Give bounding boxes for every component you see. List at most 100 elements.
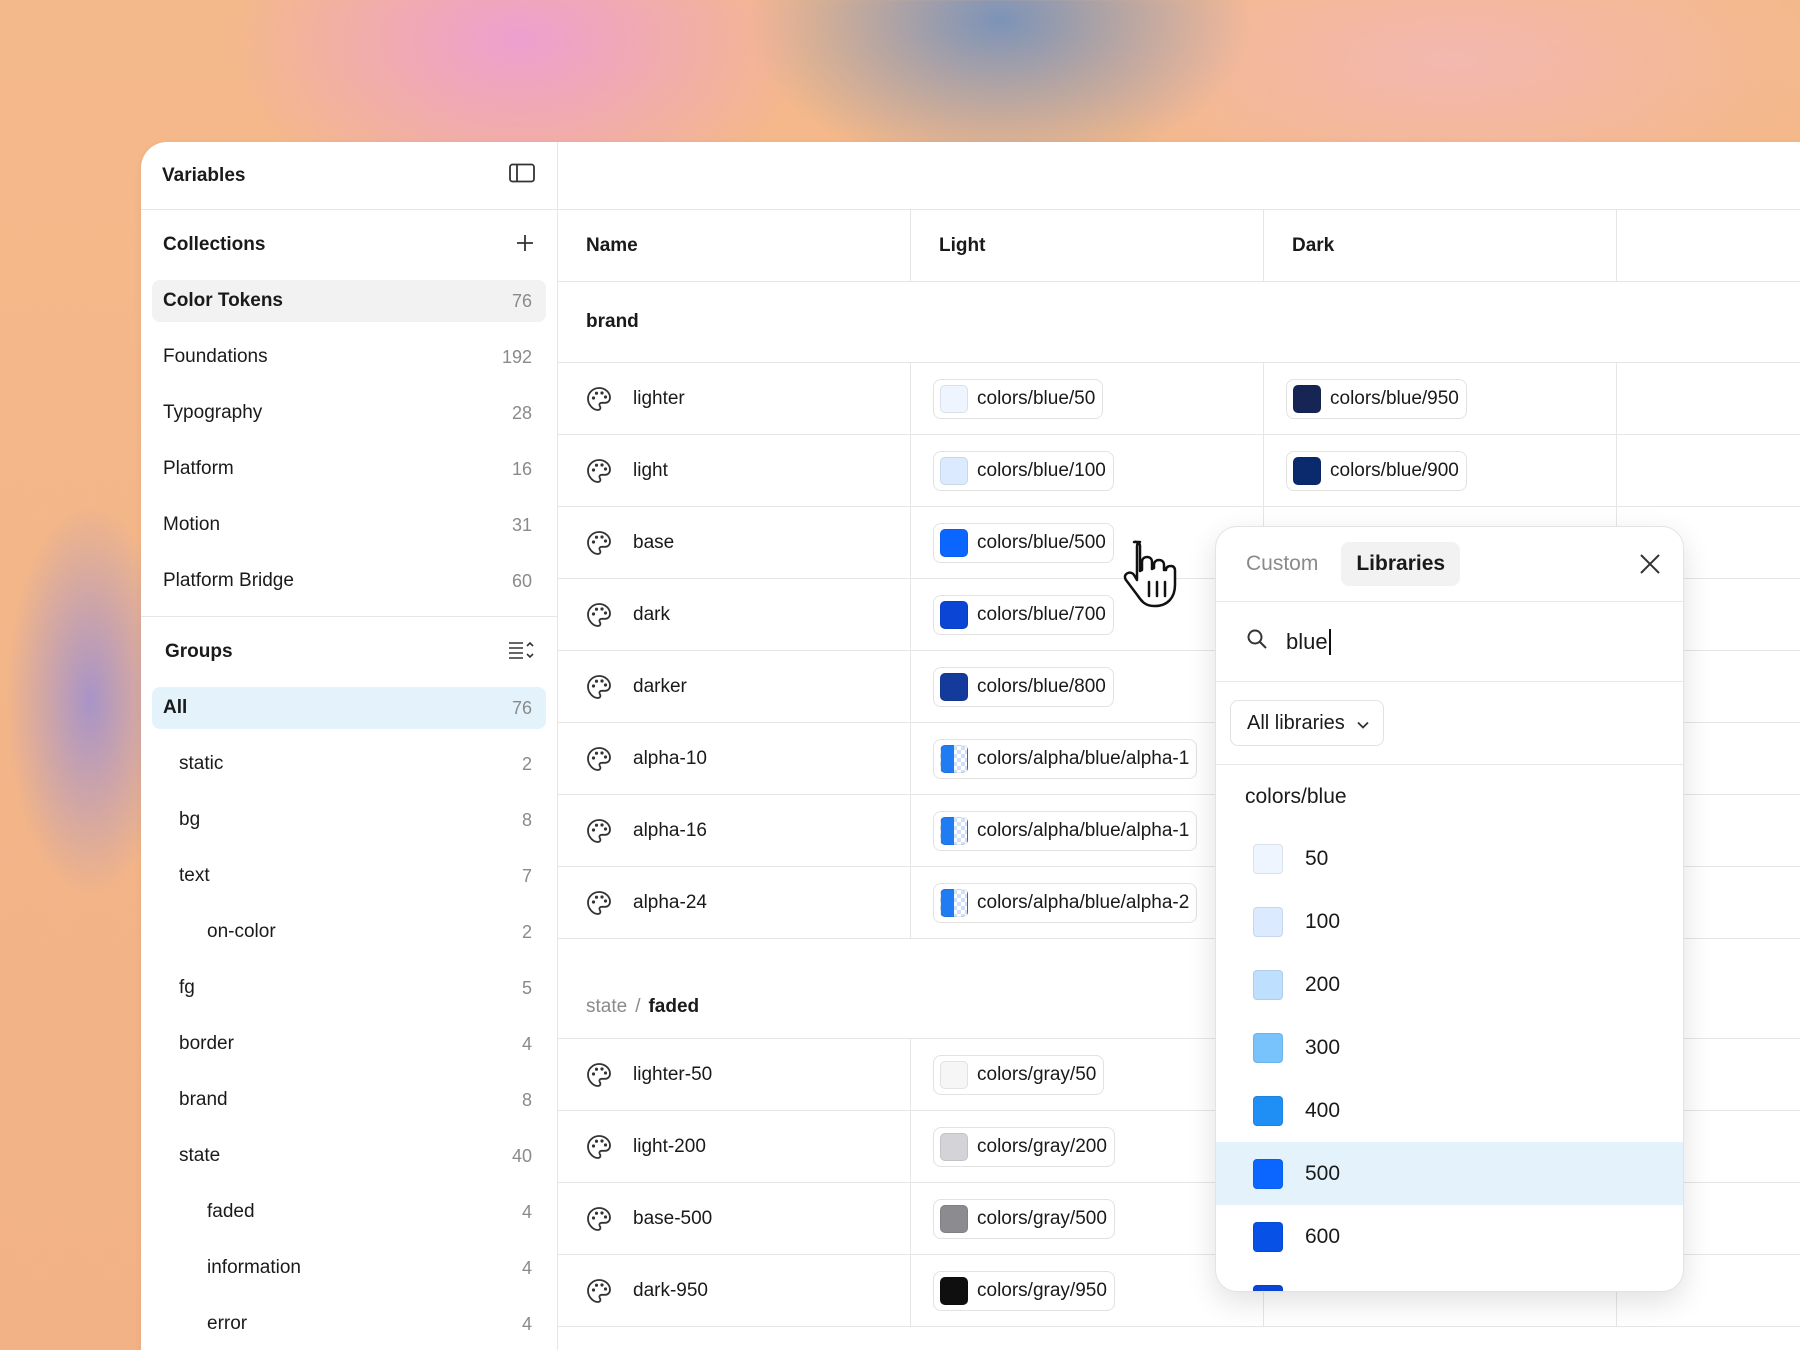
color-option-label: 600: [1305, 1224, 1341, 1248]
collections-header: Collections: [141, 210, 557, 280]
sidebar: Variables Collections Color Tokens 76 Foun…: [141, 142, 558, 1350]
sidebar-toggle-icon[interactable]: [509, 163, 535, 188]
color-option-label: 500: [1305, 1161, 1341, 1185]
variable-value-chip[interactable]: colors/blue/800: [933, 666, 1114, 707]
hand-pointer-icon: [1120, 538, 1182, 610]
color-swatch: [1253, 1284, 1283, 1291]
group-item[interactable]: fg 5: [152, 967, 546, 1009]
light-value-cell[interactable]: colors/gray/200: [911, 1111, 1264, 1182]
group-item[interactable]: border 4: [152, 1023, 546, 1065]
variable-value-chip[interactable]: colors/blue/500: [933, 522, 1114, 563]
light-value-cell[interactable]: colors/alpha/blue/alpha-1: [911, 723, 1264, 794]
group-item[interactable]: state 40: [152, 1135, 546, 1177]
variable-value-chip[interactable]: colors/gray/200: [933, 1126, 1115, 1167]
main-toolbar: [558, 142, 1800, 210]
variable-value-chip[interactable]: colors/gray/500: [933, 1198, 1115, 1239]
variable-value-chip[interactable]: colors/gray/50: [933, 1054, 1105, 1095]
variable-value-chip[interactable]: colors/blue/950: [1286, 378, 1467, 419]
light-value-cell[interactable]: colors/alpha/blue/alpha-1: [911, 795, 1264, 866]
palette-icon: [586, 386, 612, 412]
color-option-label: 100: [1305, 909, 1341, 933]
plus-icon[interactable]: [515, 233, 535, 258]
group-count: 5: [521, 977, 532, 998]
sort-list-icon[interactable]: [507, 639, 535, 666]
group-item[interactable]: bg 8: [152, 799, 546, 841]
close-icon[interactable]: [1637, 551, 1663, 577]
light-value-cell[interactable]: colors/blue/800: [911, 651, 1264, 722]
group-item[interactable]: on-color 2: [152, 911, 546, 953]
collection-item[interactable]: Color Tokens 76: [152, 280, 546, 322]
all-libraries-dropdown[interactable]: All libraries: [1230, 700, 1384, 746]
color-option[interactable]: 100: [1216, 890, 1683, 953]
variable-value-chip[interactable]: colors/gray/950: [933, 1270, 1115, 1311]
dark-value-cell[interactable]: colors/blue/900: [1264, 435, 1617, 506]
variable-name: base-500: [633, 1207, 713, 1229]
color-option[interactable]: 300: [1216, 1016, 1683, 1079]
variable-value-chip[interactable]: colors/alpha/blue/alpha-2: [933, 882, 1198, 923]
name-cell: alpha-10: [558, 723, 911, 794]
variable-value-chip[interactable]: colors/blue/100: [933, 450, 1114, 491]
variable-name: darker: [633, 675, 687, 697]
color-swatch: [940, 1204, 968, 1233]
palette-icon: [586, 746, 612, 772]
variable-name: lighter: [633, 387, 685, 409]
dark-value-cell[interactable]: colors/blue/950: [1264, 363, 1617, 434]
column-header-name[interactable]: Name: [558, 210, 911, 281]
light-value-cell[interactable]: colors/blue/700: [911, 579, 1264, 650]
group-item[interactable]: information 4: [152, 1247, 546, 1289]
group-item[interactable]: All 76: [152, 687, 546, 729]
text-caret: [1328, 628, 1331, 655]
groups-list: All 76 static 2 bg 8 text 7 on-color 2 fg 5 border 4 b…: [141, 687, 557, 1345]
group-item[interactable]: brand 8: [152, 1079, 546, 1121]
color-option[interactable]: 200: [1216, 953, 1683, 1016]
light-value-cell[interactable]: colors/gray/500: [911, 1183, 1264, 1254]
group-item[interactable]: static 2: [152, 743, 546, 785]
search-input[interactable]: blue: [1286, 629, 1328, 655]
variable-value-chip[interactable]: colors/blue/700: [933, 594, 1114, 635]
group-prefix: state: [586, 996, 628, 1017]
library-search[interactable]: blue: [1216, 602, 1683, 682]
tab-custom[interactable]: Custom: [1231, 542, 1333, 586]
collection-item[interactable]: Typography 28: [152, 392, 546, 434]
variable-name: light: [633, 459, 668, 481]
table-row[interactable]: lighter colors/blue/50 colors/blue/950: [558, 363, 1800, 435]
light-value-cell[interactable]: colors/blue/500: [911, 507, 1264, 578]
collection-count: 76: [511, 290, 532, 311]
collection-item[interactable]: Platform Bridge 60: [152, 560, 546, 602]
light-value-cell[interactable]: colors/alpha/blue/alpha-2: [911, 867, 1264, 938]
library-group-title: colors/blue: [1245, 785, 1347, 808]
variable-value-chip[interactable]: colors/alpha/blue/alpha-1: [933, 738, 1198, 779]
collection-label: Platform Bridge: [163, 570, 294, 591]
tab-libraries[interactable]: Libraries: [1341, 542, 1461, 586]
light-value-cell[interactable]: colors/blue/50: [911, 363, 1264, 434]
variable-name: alpha-16: [633, 819, 707, 841]
column-header-light[interactable]: Light: [911, 210, 1264, 281]
color-option[interactable]: 400: [1216, 1079, 1683, 1142]
variable-value-chip[interactable]: colors/blue/50: [933, 378, 1104, 419]
color-swatch: [1253, 1221, 1283, 1252]
palette-icon: [586, 1134, 612, 1160]
collection-item[interactable]: Platform 16: [152, 448, 546, 490]
group-item[interactable]: text 7: [152, 855, 546, 897]
light-value-cell[interactable]: colors/blue/100: [911, 435, 1264, 506]
variable-value-chip[interactable]: colors/alpha/blue/alpha-1: [933, 810, 1198, 851]
value-label: colors/gray/500: [977, 1207, 1107, 1229]
light-value-cell[interactable]: colors/gray/50: [911, 1039, 1264, 1110]
collection-item[interactable]: Motion 31: [152, 504, 546, 546]
color-option[interactable]: 50: [1216, 827, 1683, 890]
light-value-cell[interactable]: colors/gray/950: [911, 1255, 1264, 1326]
popover-tabs: Custom Libraries: [1216, 527, 1683, 602]
variable-value-chip[interactable]: colors/blue/900: [1286, 450, 1467, 491]
color-option[interactable]: 700: [1216, 1268, 1683, 1291]
name-cell: lighter-50: [558, 1039, 911, 1110]
collection-item[interactable]: Foundations 192: [152, 336, 546, 378]
table-row[interactable]: light colors/blue/100 colors/blue/900: [558, 435, 1800, 507]
column-header-dark[interactable]: Dark: [1264, 210, 1617, 281]
group-label-brand: brand: [558, 282, 1800, 363]
group-item[interactable]: error 4: [152, 1303, 546, 1345]
library-filter: All libraries: [1216, 682, 1683, 765]
sidebar-title: Variables: [162, 164, 246, 186]
group-item[interactable]: faded 4: [152, 1191, 546, 1233]
color-option[interactable]: 600: [1216, 1205, 1683, 1268]
color-option[interactable]: 500: [1216, 1142, 1683, 1205]
